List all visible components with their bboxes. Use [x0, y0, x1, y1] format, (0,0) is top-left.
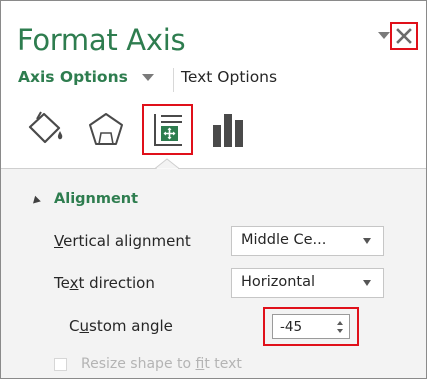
- vertical-alignment-label: Vertical alignment: [54, 232, 191, 250]
- custom-angle-input[interactable]: [273, 315, 331, 338]
- custom-angle-spinner[interactable]: [272, 314, 350, 339]
- label-part: ertical alignment: [63, 232, 191, 250]
- resize-shape-label: Resize shape to fit text: [81, 356, 242, 372]
- chevron-down-icon: [363, 280, 371, 286]
- fill-line-button[interactable]: [27, 110, 65, 146]
- chevron-down-icon: [363, 238, 371, 244]
- effects-button[interactable]: [86, 111, 126, 147]
- vertical-alignment-dropdown[interactable]: Middle Ce...: [231, 226, 384, 256]
- tab-text-options[interactable]: Text Options: [181, 68, 277, 86]
- tab-axis-options[interactable]: Axis Options: [18, 68, 128, 86]
- label-part: C: [69, 317, 80, 335]
- label-mnemonic: u: [79, 317, 89, 335]
- label-part: stom angle: [89, 317, 173, 335]
- pane-options-caret-icon[interactable]: [378, 32, 390, 39]
- axis-options-dropdown-icon[interactable]: [142, 74, 154, 81]
- label-part: it text: [204, 356, 242, 372]
- close-button[interactable]: [390, 22, 418, 50]
- size-properties-icon: [154, 114, 182, 146]
- spin-down-icon[interactable]: [337, 329, 343, 333]
- text-direction-dropdown[interactable]: Horizontal: [231, 268, 384, 298]
- text-direction-label: Text direction: [54, 274, 155, 292]
- label-part: Te: [54, 274, 70, 292]
- resize-shape-checkbox[interactable]: [54, 358, 67, 371]
- close-icon: [396, 28, 412, 44]
- pane-title: Format Axis: [17, 23, 186, 57]
- format-axis-pane: Format Axis Axis Options Text Options Al…: [0, 0, 427, 379]
- custom-angle-highlight: [263, 307, 359, 346]
- label-part: t direction: [78, 274, 155, 292]
- dropdown-value: Horizontal: [241, 274, 316, 290]
- bar-chart-icon: [213, 114, 243, 147]
- label-part: Resize shape to: [81, 356, 196, 372]
- dropdown-value: Middle Ce...: [241, 232, 327, 248]
- paint-bucket-icon: [28, 111, 63, 144]
- pentagon-icon: [89, 113, 123, 145]
- axis-options-button[interactable]: [213, 111, 245, 149]
- spin-up-icon[interactable]: [337, 321, 343, 325]
- tab-divider: [173, 68, 174, 92]
- label-mnemonic: V: [54, 232, 64, 250]
- section-title-alignment[interactable]: Alignment: [54, 191, 138, 207]
- size-properties-button[interactable]: [142, 104, 193, 155]
- custom-angle-label: Custom angle: [69, 317, 173, 335]
